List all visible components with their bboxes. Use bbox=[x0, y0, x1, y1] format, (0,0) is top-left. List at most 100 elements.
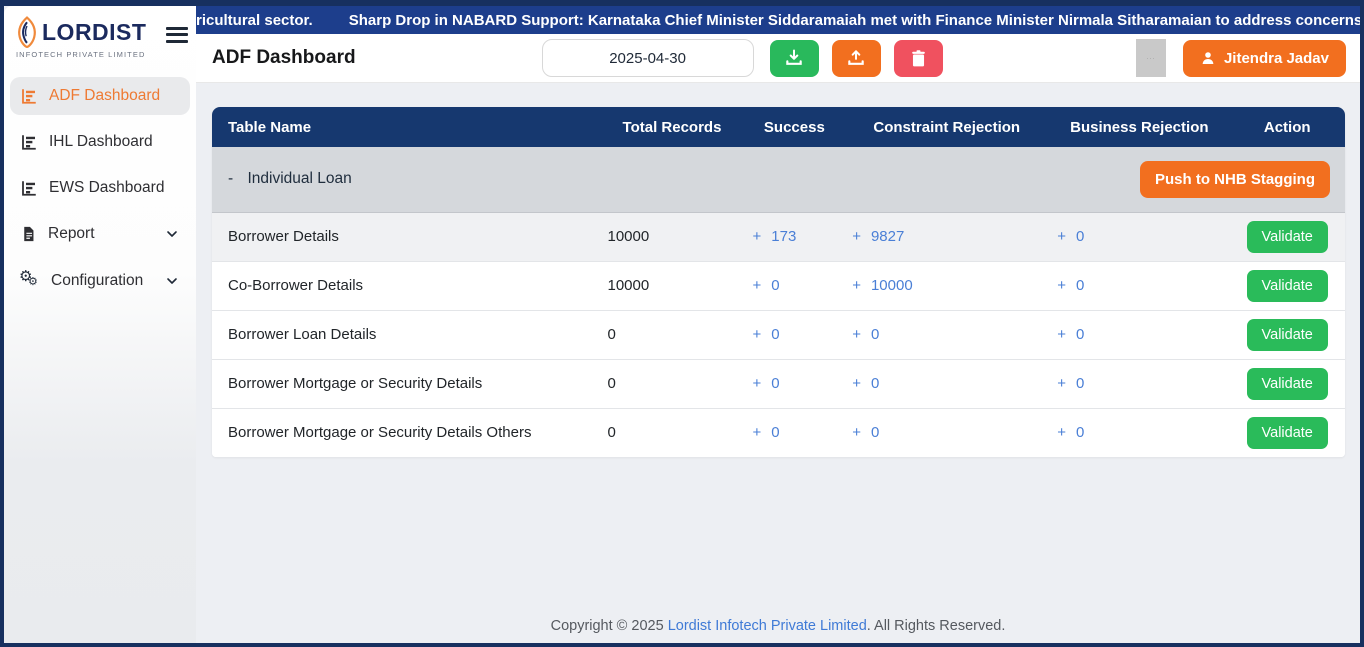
table-row: Borrower Mortgage or Security Details 0 … bbox=[212, 359, 1345, 408]
sidebar-item-ihl-dashboard[interactable]: IHL Dashboard bbox=[10, 123, 190, 161]
user-menu-button[interactable]: Jitendra Jadav bbox=[1183, 40, 1346, 77]
plus-icon: + bbox=[753, 277, 762, 294]
sidebar-item-report[interactable]: Report bbox=[10, 215, 190, 253]
business-count: 0 bbox=[1076, 424, 1084, 441]
brand-logo-icon bbox=[14, 15, 40, 49]
column-header-business-rejection: Business Rejection bbox=[1049, 107, 1229, 147]
table-row: Borrower Loan Details 0 +0 +0 +0 Validat… bbox=[212, 310, 1345, 359]
business-rejection-expander[interactable]: +0 bbox=[1057, 375, 1084, 392]
table-row: Co-Borrower Details 10000 +0 +10000 +0 V… bbox=[212, 261, 1345, 310]
menu-toggle-button[interactable] bbox=[166, 23, 188, 46]
column-header-total-records: Total Records bbox=[599, 107, 744, 147]
constraint-count: 0 bbox=[871, 326, 879, 343]
total-records-cell: 10000 bbox=[599, 212, 744, 261]
total-records-cell: 0 bbox=[599, 310, 744, 359]
constraint-rejection-expander[interactable]: +0 bbox=[852, 375, 879, 392]
success-expander[interactable]: +0 bbox=[753, 375, 780, 392]
plus-icon: + bbox=[1057, 424, 1066, 441]
table-row: Borrower Mortgage or Security Details Ot… bbox=[212, 408, 1345, 457]
chevron-down-icon bbox=[164, 273, 180, 289]
validate-button[interactable]: Validate bbox=[1247, 417, 1328, 449]
business-count: 0 bbox=[1076, 375, 1084, 392]
success-count: 173 bbox=[771, 228, 796, 245]
sidebar-item-label: Configuration bbox=[51, 272, 143, 290]
group-row-individual-loan: - Individual Loan Push to NHB Stagging bbox=[212, 147, 1345, 212]
plus-icon: + bbox=[1057, 277, 1066, 294]
upload-button[interactable] bbox=[832, 40, 881, 77]
table-name-cell: Borrower Details bbox=[212, 212, 599, 261]
overflow-button[interactable]: ⋯ bbox=[1136, 39, 1166, 77]
success-expander[interactable]: +0 bbox=[753, 326, 780, 343]
brand-subtitle: INFOTECH PRIVATE LIMITED bbox=[16, 50, 146, 59]
plus-icon: + bbox=[852, 326, 861, 343]
push-to-nhb-stagging-button[interactable]: Push to NHB Stagging bbox=[1140, 161, 1330, 198]
sidebar-item-ews-dashboard[interactable]: EWS Dashboard bbox=[10, 169, 190, 207]
table-name-cell: Co-Borrower Details bbox=[212, 261, 599, 310]
plus-icon: + bbox=[753, 228, 762, 245]
news-ticker: ricultural sector. Sharp Drop in NABARD … bbox=[196, 6, 1360, 34]
success-expander[interactable]: +0 bbox=[753, 424, 780, 441]
plus-icon: + bbox=[852, 424, 861, 441]
sidebar-nav: ADF Dashboard IHL Dashboard EWS bbox=[4, 77, 196, 301]
column-header-action: Action bbox=[1229, 107, 1345, 147]
download-icon bbox=[784, 48, 804, 68]
constraint-count: 0 bbox=[871, 375, 879, 392]
table-name-cell: Borrower Mortgage or Security Details bbox=[212, 359, 599, 408]
sidebar-item-label: ADF Dashboard bbox=[49, 87, 160, 105]
collapse-icon[interactable]: - bbox=[228, 170, 233, 187]
success-count: 0 bbox=[771, 277, 779, 294]
main-area: ricultural sector. Sharp Drop in NABARD … bbox=[196, 6, 1360, 643]
sidebar-item-label: Report bbox=[48, 225, 95, 243]
plus-icon: + bbox=[753, 375, 762, 392]
business-rejection-expander[interactable]: +0 bbox=[1057, 326, 1084, 343]
constraint-rejection-expander[interactable]: +9827 bbox=[852, 228, 904, 245]
download-button[interactable] bbox=[770, 40, 819, 77]
business-rejection-expander[interactable]: +0 bbox=[1057, 277, 1084, 294]
sidebar-item-adf-dashboard[interactable]: ADF Dashboard bbox=[10, 77, 190, 115]
business-rejection-expander[interactable]: +0 bbox=[1057, 424, 1084, 441]
table-header-row: Table Name Total Records Success Constra… bbox=[212, 107, 1345, 147]
bar-chart-icon bbox=[20, 87, 38, 105]
ticker-segment: ricultural sector. bbox=[196, 12, 313, 29]
adf-table-card: Table Name Total Records Success Constra… bbox=[212, 107, 1345, 457]
plus-icon: + bbox=[753, 326, 762, 343]
delete-button[interactable] bbox=[894, 40, 943, 77]
plus-icon: + bbox=[852, 228, 861, 245]
total-records-cell: 0 bbox=[599, 408, 744, 457]
table-name-cell: Borrower Loan Details bbox=[212, 310, 599, 359]
validate-button[interactable]: Validate bbox=[1247, 368, 1328, 400]
constraint-count: 10000 bbox=[871, 277, 913, 294]
validate-button[interactable]: Validate bbox=[1247, 319, 1328, 351]
brand-name: LORDIST bbox=[42, 19, 146, 46]
plus-icon: + bbox=[852, 277, 861, 294]
constraint-count: 0 bbox=[871, 424, 879, 441]
success-expander[interactable]: +0 bbox=[753, 277, 780, 294]
chevron-down-icon bbox=[164, 226, 180, 242]
validate-button[interactable]: Validate bbox=[1247, 270, 1328, 302]
sidebar-item-label: IHL Dashboard bbox=[49, 133, 153, 151]
footer-copyright: Copyright © 2025 Lordist Infotech Privat… bbox=[196, 618, 1360, 643]
topbar: ADF Dashboard bbox=[196, 34, 1360, 83]
copyright-prefix: Copyright © 2025 bbox=[551, 618, 664, 634]
bar-chart-icon bbox=[20, 133, 38, 151]
company-link[interactable]: Lordist Infotech Private Limited bbox=[668, 618, 867, 634]
constraint-rejection-expander[interactable]: +0 bbox=[852, 326, 879, 343]
table-row: Borrower Details 10000 +173 +9827 +0 Val… bbox=[212, 212, 1345, 261]
group-label: Individual Loan bbox=[247, 170, 351, 187]
constraint-rejection-expander[interactable]: +10000 bbox=[852, 277, 912, 294]
plus-icon: + bbox=[1057, 228, 1066, 245]
plus-icon: + bbox=[753, 424, 762, 441]
validate-button[interactable]: Validate bbox=[1247, 221, 1328, 253]
plus-icon: + bbox=[1057, 326, 1066, 343]
date-input[interactable] bbox=[542, 39, 754, 77]
success-expander[interactable]: +173 bbox=[753, 228, 797, 245]
sidebar: LORDIST INFOTECH PRIVATE LIMITED ADF Das… bbox=[4, 6, 196, 643]
business-rejection-expander[interactable]: +0 bbox=[1057, 228, 1084, 245]
sidebar-item-configuration[interactable]: ⚙⚙ Configuration bbox=[10, 261, 190, 301]
success-count: 0 bbox=[771, 424, 779, 441]
success-count: 0 bbox=[771, 326, 779, 343]
brand-block: LORDIST INFOTECH PRIVATE LIMITED bbox=[14, 15, 146, 59]
constraint-rejection-expander[interactable]: +0 bbox=[852, 424, 879, 441]
constraint-count: 9827 bbox=[871, 228, 904, 245]
column-header-constraint-rejection: Constraint Rejection bbox=[844, 107, 1049, 147]
